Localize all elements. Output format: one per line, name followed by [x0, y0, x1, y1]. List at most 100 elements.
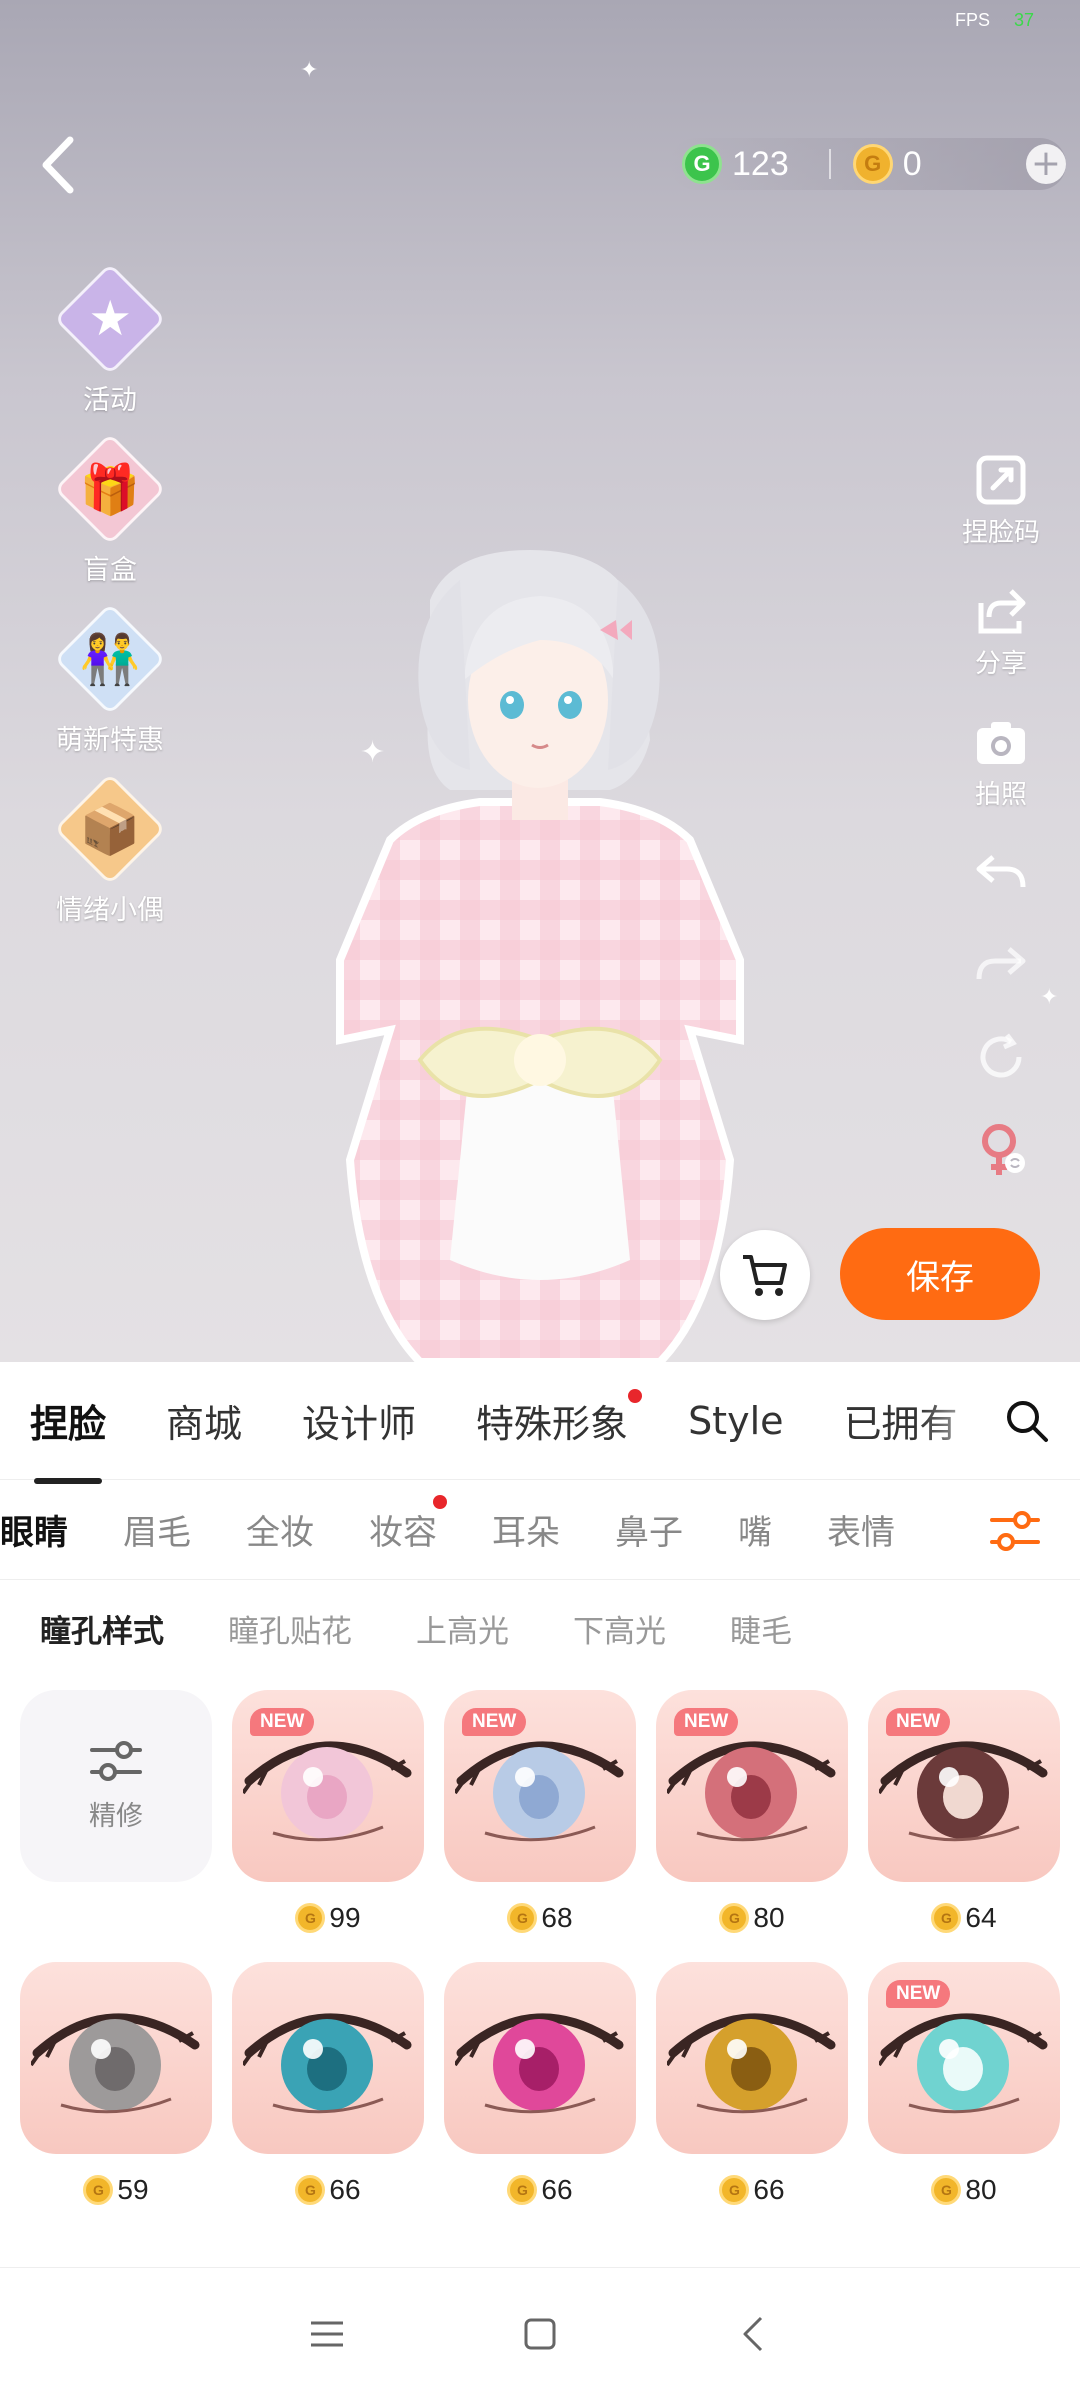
menu-item-activity[interactable]: ★ 活动 [40, 250, 180, 420]
pupil-style-item[interactable]: NEW G 80 [868, 1962, 1060, 2212]
item-price-value: 59 [117, 2174, 149, 2205]
grid-row: 精修 NEW G 99 NEW G 68 NEW G 80 NEW G 64 [20, 1690, 1080, 1940]
share-label: 分享 [974, 649, 1027, 679]
pupil-style-item[interactable]: NEW G 64 [868, 1690, 1060, 1940]
tab-store[interactable]: 商城 [166, 1393, 242, 1448]
sub-tab-label: 妆容 [369, 1513, 437, 1553]
notification-dot [433, 1495, 447, 1509]
pupil-style-item[interactable]: NEW G 80 [656, 1690, 848, 1940]
menu-item-label: 萌新特惠 [56, 725, 164, 756]
refine-label: 精修 [89, 1800, 143, 1832]
gold-coin-icon: G [295, 1903, 326, 1933]
share-icon [978, 589, 1026, 634]
sub-tab-bar: 眼睛 眉毛 全妆 妆容 耳朵 鼻子 嘴 表情 [0, 1480, 1080, 1580]
fps-label: FPS [954, 10, 990, 30]
item-price-value: 80 [753, 1902, 785, 1933]
sub-tab-full-makeup[interactable]: 全妆 [246, 1505, 314, 1554]
pupil-style-thumbnail[interactable]: NEW [656, 1690, 848, 1882]
item-price: G 66 [507, 2168, 573, 2212]
eye-thumbnail-icon [455, 1741, 624, 1842]
share-button[interactable]: 分享 [946, 581, 1056, 680]
item-price: G 99 [295, 1896, 361, 1940]
couple-avatar-icon: 👫 [53, 602, 167, 716]
new-badge: NEW [462, 1708, 527, 1736]
menu-item-label: 情绪小偶 [56, 895, 164, 926]
new-badge: NEW [886, 1980, 951, 2008]
pupil-style-item[interactable]: G 66 [656, 1962, 848, 2212]
menu-item-newbie-deal[interactable]: 👫 萌新特惠 [40, 590, 180, 760]
menu-item-emotion-doll[interactable]: 📦 情绪小偶 [40, 760, 180, 930]
item-price-value: 80 [965, 2174, 997, 2205]
pupil-style-thumbnail[interactable]: NEW [444, 1690, 636, 1882]
doll-box-icon: 📦 [53, 772, 167, 886]
add-currency-button[interactable]: + [1026, 144, 1066, 184]
pupil-style-item[interactable]: G 66 [232, 1962, 424, 2212]
gender-switch-icon [982, 1124, 1025, 1175]
chevron-left-icon [743, 2316, 763, 2352]
item-price-value: 66 [541, 2174, 573, 2205]
reset-button[interactable] [946, 1027, 1056, 1087]
pupil-style-item[interactable]: NEW G 99 [232, 1690, 424, 1940]
pupil-style-thumbnail[interactable] [444, 1962, 636, 2154]
gold-coin-icon: G [931, 1903, 962, 1933]
star-badge-icon: ★ [53, 262, 167, 376]
sub-tab-makeup[interactable]: 妆容 [369, 1495, 447, 1554]
tab-style[interactable]: Style [688, 1399, 783, 1443]
gold-coin-icon: G [719, 1903, 750, 1933]
menu-icon [310, 2321, 343, 2347]
tab-designer[interactable]: 设计师 [302, 1393, 416, 1448]
eye-thumbnail-icon [31, 2013, 200, 2114]
item-price: G 59 [83, 2168, 149, 2212]
gold-coin-icon: G [931, 2175, 962, 2205]
third-tab-lower-highlight[interactable]: 下高光 [573, 1606, 666, 1651]
pupil-style-item[interactable]: G 59 [20, 1962, 212, 2212]
gold-coin-icon: G [507, 1903, 538, 1933]
pupil-style-thumbnail[interactable]: NEW [868, 1962, 1060, 2154]
menu-button[interactable] [297, 2304, 357, 2364]
gift-box-icon: 🎁 [53, 432, 167, 546]
face-code-button[interactable]: 捏脸码 [946, 450, 1056, 549]
right-tool-menu: 捏脸码 分享 拍照 [946, 450, 1056, 1211]
third-tab-upper-highlight[interactable]: 上高光 [416, 1606, 509, 1651]
gender-switch-button[interactable] [946, 1119, 1056, 1179]
save-button[interactable]: 保存 [840, 1228, 1040, 1320]
refine-tile[interactable]: 精修 [20, 1690, 212, 1882]
refine-cell[interactable]: 精修 [20, 1690, 212, 1940]
gold-coin-icon: G [83, 2175, 114, 2205]
sub-tab-ears[interactable]: 耳朵 [492, 1505, 560, 1554]
pupil-style-thumbnail[interactable] [232, 1962, 424, 2154]
sub-tab-eyebrows[interactable]: 眉毛 [123, 1505, 191, 1554]
pupil-style-thumbnail[interactable] [20, 1962, 212, 2154]
pupil-style-thumbnail[interactable] [656, 1962, 848, 2154]
pupil-style-thumbnail[interactable]: NEW [232, 1690, 424, 1882]
search-button[interactable] [1004, 1398, 1050, 1444]
tab-special-image[interactable]: 特殊形象 [476, 1389, 643, 1448]
home-button[interactable] [510, 2304, 570, 2364]
sub-tab-expression[interactable]: 表情 [827, 1505, 895, 1554]
sub-tab-eyes[interactable]: 眼睛 [0, 1505, 68, 1554]
system-back-button[interactable] [723, 2304, 783, 2364]
chevron-left-icon [42, 136, 74, 194]
back-button[interactable] [30, 130, 90, 200]
menu-item-blind-box[interactable]: 🎁 盲盒 [40, 420, 180, 590]
third-tab-pupil-decal[interactable]: 瞳孔贴花 [228, 1606, 352, 1651]
system-navigation-bar [0, 2267, 1080, 2400]
undo-button[interactable] [946, 843, 1056, 903]
third-tab-pupil-style[interactable]: 瞳孔样式 [40, 1606, 164, 1651]
camera-button[interactable]: 拍照 [946, 712, 1056, 811]
sub-tab-mouth[interactable]: 嘴 [738, 1505, 772, 1554]
filter-settings-button[interactable] [990, 1508, 1040, 1554]
tab-face-sculpt[interactable]: 捏脸 [30, 1393, 106, 1484]
pupil-style-item[interactable]: G 66 [444, 1962, 636, 2212]
item-price: G 80 [931, 2168, 997, 2212]
pupil-style-thumbnail[interactable]: NEW [868, 1690, 1060, 1882]
sub-tab-nose[interactable]: 鼻子 [615, 1505, 683, 1554]
pupil-style-item[interactable]: NEW G 68 [444, 1690, 636, 1940]
redo-button[interactable] [946, 935, 1056, 995]
home-square-icon [524, 2318, 556, 2350]
face-code-icon [976, 455, 1026, 505]
item-price-value: 66 [329, 2174, 361, 2205]
sparkle-icon: ✦ [300, 58, 319, 83]
cart-button[interactable] [720, 1230, 810, 1320]
third-tab-eyelashes[interactable]: 睫毛 [730, 1606, 792, 1651]
